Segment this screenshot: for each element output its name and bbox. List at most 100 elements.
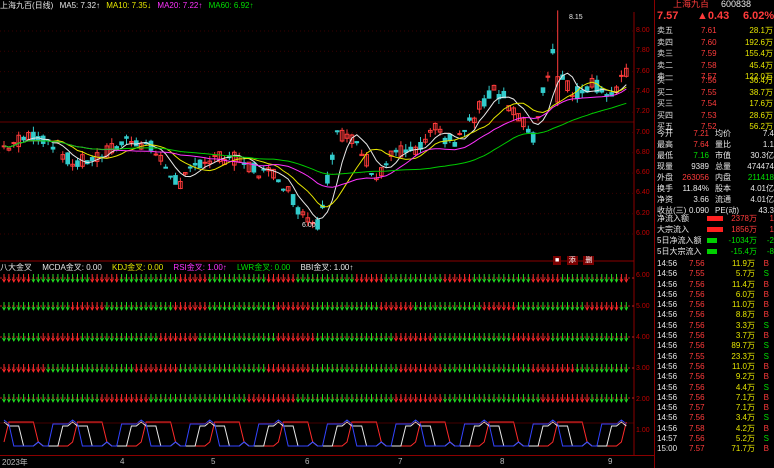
tick-volume: 9.2万 — [735, 372, 755, 382]
tick-row[interactable]: 14:56 7.56 3.3万 S — [655, 321, 774, 331]
tick-time: 14:56 — [657, 289, 678, 299]
book-label: 买二 — [657, 87, 673, 97]
stock-code: 600838 — [721, 0, 752, 9]
stat-value: 7.21 — [693, 129, 709, 138]
flow-row: 大宗流入 1856万 1 — [655, 224, 774, 235]
stat-key: 外盘 — [657, 173, 673, 182]
tick-volume: 3.7万 — [735, 331, 755, 341]
flow-extra: 1 — [769, 214, 774, 223]
tick-row[interactable]: 14:56 7.56 3.7万 B — [655, 331, 774, 341]
candle-body — [168, 175, 173, 178]
tick-row[interactable]: 14:56 7.56 11.4万 B — [655, 280, 774, 290]
stat-key: 最低 — [657, 151, 673, 160]
tick-row[interactable]: 14:56 7.56 11.0万 B — [655, 362, 774, 372]
stat-value: 30.3亿 — [750, 151, 774, 160]
stat-key: 均价 — [715, 129, 731, 138]
tick-volume: 11.9万 — [732, 259, 755, 268]
tick-row[interactable]: 15:00 7.57 71.7万 B — [655, 444, 774, 454]
tick-row[interactable]: 14:56 7.56 3.4万 S — [655, 413, 774, 423]
candle-body — [325, 174, 330, 184]
chart-header: 上海九百(日线) MA5: 7.32↑ MA10: 7.35↓ MA20: 7.… — [0, 0, 654, 12]
tick-row[interactable]: 14:56 7.56 6.0万 B — [655, 290, 774, 300]
stat-value: 263056 — [682, 173, 709, 182]
bid-row[interactable]: 买二 7.55 38.7万 — [655, 87, 774, 99]
candle-body — [486, 90, 492, 99]
ask-row[interactable]: 卖五 7.61 28.1万 — [655, 25, 774, 37]
ask-book: 卖五 7.61 28.1万 卖四 7.60 192.6万 卖三 7.59 155.4万 卖二 7.5… — [655, 25, 774, 83]
tick-row[interactable]: 14:56 7.56 8.8万 B — [655, 310, 774, 320]
tick-price: 7.56 — [689, 413, 705, 423]
flow-extra: -2 — [766, 236, 774, 245]
tick-row[interactable]: 14:56 7.58 4.2万 B — [655, 424, 774, 434]
book-label: 买三 — [657, 99, 673, 108]
flow-row: 5日大宗流入 -15.4万 -8 — [655, 246, 774, 257]
tick-time: 14:56 — [657, 331, 678, 341]
candle-body — [212, 155, 217, 158]
kline-chart-svg[interactable] — [0, 0, 654, 468]
flow-bar — [707, 216, 723, 221]
ind-label-5: BBI金叉: 1.00↑ — [300, 263, 354, 272]
price-axis-label: 7.20 — [636, 108, 650, 116]
ind-label-2: KDJ金叉: 0.00 — [112, 263, 164, 272]
tick-volume: 5.7万 — [735, 269, 755, 279]
tick-row[interactable]: 14:56 7.56 11.0万 B — [655, 300, 774, 310]
price-axis-label: 7.80 — [636, 47, 650, 55]
tick-time: 14:56 — [657, 269, 678, 279]
tick-time: 14:56 — [657, 300, 678, 310]
ask-row[interactable]: 卖二 7.58 45.4万 — [655, 60, 774, 72]
book-price: 7.53 — [701, 110, 717, 120]
candle-body — [330, 154, 335, 160]
tick-row[interactable]: 14:56 7.56 11.9万 B — [655, 259, 774, 269]
tick-volume: 11.0万 — [732, 300, 755, 310]
tick-row[interactable]: 14:56 7.57 7.1万 B — [655, 403, 774, 413]
tick-row[interactable]: 14:56 7.56 4.4万 S — [655, 383, 774, 393]
candle-body — [481, 98, 487, 107]
ind-label-0: 八大金叉 — [0, 263, 32, 272]
tick-time: 14:56 — [657, 351, 678, 361]
flow-label: 大宗流入 — [657, 225, 689, 234]
stock-title: 上海九百(日线) — [0, 1, 54, 10]
stat-value: 4.01亿 — [750, 195, 774, 204]
tick-volume: 5.2万 — [735, 434, 755, 444]
tick-row[interactable]: 14:56 7.55 23.3万 S — [655, 352, 774, 362]
tick-price: 7.58 — [689, 423, 705, 433]
ask-row[interactable]: 卖四 7.60 192.6万 — [655, 37, 774, 49]
tick-volume: 23.3万 — [731, 351, 755, 361]
candle-body — [315, 219, 320, 230]
tick-row[interactable]: 14:56 7.56 89.7万 S — [655, 341, 774, 351]
stat-row: 今开 7.21 均价 7.4 — [655, 128, 774, 139]
candle-body — [550, 48, 556, 54]
kline-chart-area[interactable]: 上海九百(日线) MA5: 7.32↑ MA10: 7.35↓ MA20: 7.… — [0, 0, 654, 468]
high-annotation: 8.15 — [569, 14, 583, 21]
tick-row[interactable]: 14:56 7.55 5.7万 S — [655, 269, 774, 279]
book-price: 7.56 — [701, 76, 717, 85]
candle-body — [334, 130, 340, 133]
stat-row: 最高 7.64 量比 1.1 — [655, 139, 774, 150]
candle-body — [462, 129, 467, 132]
tick-time: 14:56 — [657, 341, 678, 351]
tick-row[interactable]: 14:56 7.56 7.1万 B — [655, 393, 774, 403]
ask-row[interactable]: 卖三 7.59 155.4万 — [655, 48, 774, 60]
price-pct: 6.02% — [743, 10, 774, 22]
tick-volume: 8.8万 — [735, 310, 755, 320]
stat-value: 474474 — [747, 162, 774, 171]
tick-volume: 11.4万 — [732, 279, 755, 289]
tick-row[interactable]: 14:57 7.56 5.2万 S — [655, 434, 774, 444]
candle-body — [202, 161, 208, 164]
bid-row[interactable]: 买三 7.54 17.6万 — [655, 98, 774, 110]
flow-value: -15.4万 — [730, 247, 757, 256]
tick-price: 7.55 — [689, 351, 705, 361]
indicator-axis-label: 1.00 — [636, 427, 650, 434]
bid-row[interactable]: 买一 7.56 36.4万 — [655, 75, 774, 87]
candle-body — [65, 152, 71, 165]
candle-body — [452, 142, 458, 147]
tick-list[interactable]: 14:56 7.56 11.9万 B 14:56 7.55 5.7万 S 14:56 7.56 11… — [655, 259, 774, 455]
tick-price: 7.55 — [689, 269, 705, 279]
flow-bar — [707, 249, 717, 254]
stat-key: 股本 — [715, 184, 731, 193]
bid-row[interactable]: 买四 7.53 28.6万 — [655, 110, 774, 122]
tick-time: 14:56 — [657, 361, 678, 371]
candle-body — [119, 141, 124, 146]
tick-row[interactable]: 14:56 7.56 9.2万 B — [655, 372, 774, 382]
stats-table: 今开 7.21 均价 7.4 最高 7.64 量比 1.1 最低 7.16 市值 30.3亿 现量 938… — [655, 128, 774, 216]
